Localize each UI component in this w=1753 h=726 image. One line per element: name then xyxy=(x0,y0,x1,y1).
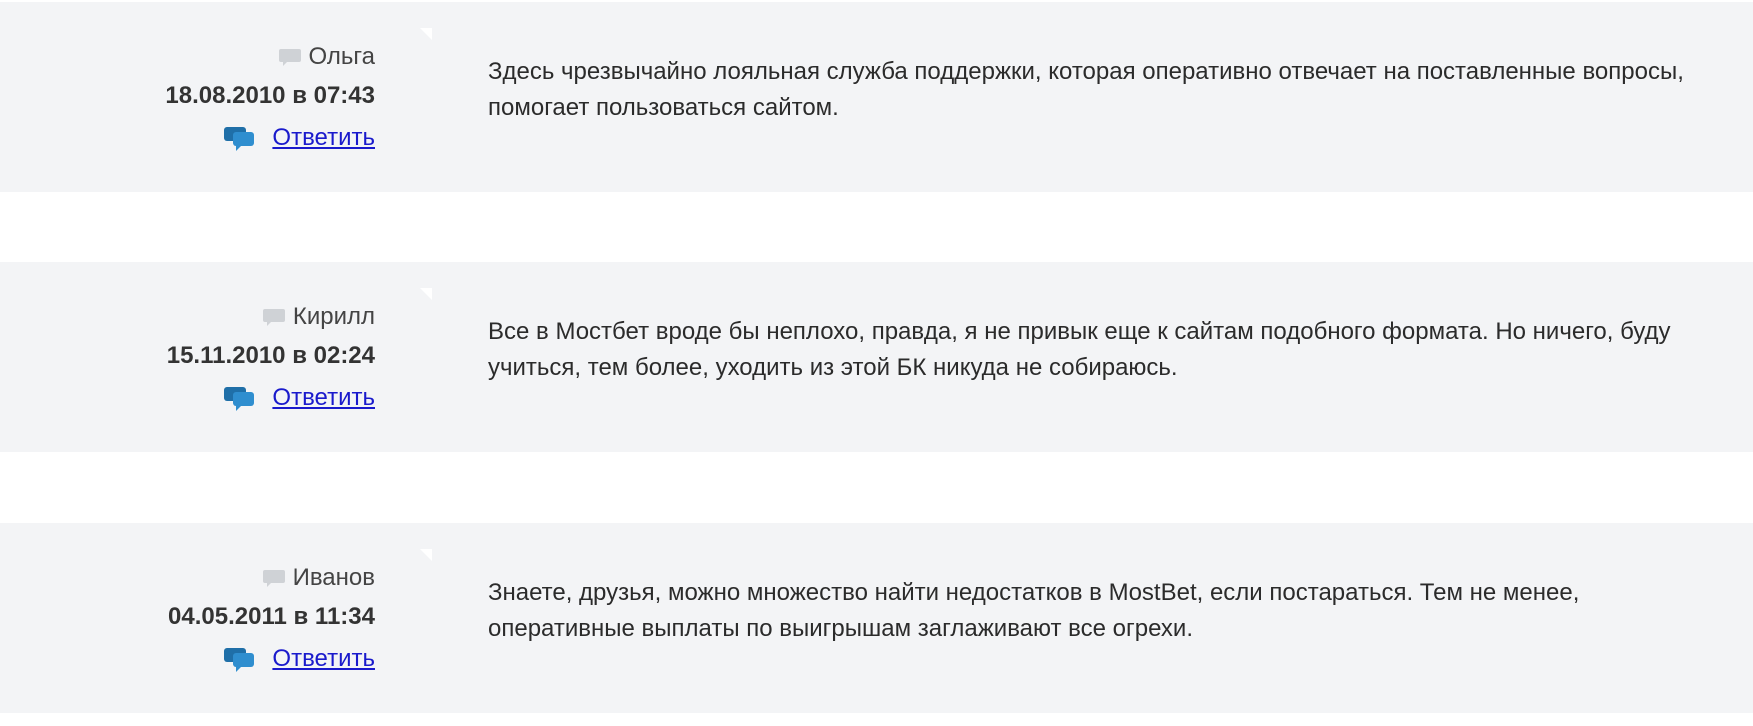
comment-meta: Кирилл 15.11.2010 в 02:24 Ответить xyxy=(0,262,375,452)
author-line: Ольга xyxy=(278,42,375,72)
reply-chat-icon[interactable] xyxy=(224,125,255,151)
comment-bubble-icon xyxy=(262,309,285,326)
comment-meta: Ольга 18.08.2010 в 07:43 Ответить xyxy=(0,2,375,192)
card-corner-notch xyxy=(420,549,432,561)
reply-link[interactable]: Ответить xyxy=(272,124,375,152)
card-corner-notch xyxy=(420,288,432,300)
comment-meta: Иванов 04.05.2011 в 11:34 Ответить xyxy=(0,523,375,713)
reply-link[interactable]: Ответить xyxy=(272,645,375,673)
reply-line: Ответить xyxy=(224,124,375,152)
comment-item: Иванов 04.05.2011 в 11:34 Ответить Знает… xyxy=(0,523,1753,713)
card-corner-notch xyxy=(420,28,432,40)
author-line: Иванов xyxy=(262,563,375,593)
reply-line: Ответить xyxy=(224,645,375,673)
comment-bubble-icon xyxy=(262,570,285,587)
comment-text: Здесь чрезвычайно лояльная служба поддер… xyxy=(488,58,1684,121)
author-line: Кирилл xyxy=(262,302,375,332)
comment-author: Кирилл xyxy=(292,303,375,330)
comment-bubble-icon xyxy=(278,49,301,66)
reply-link[interactable]: Ответить xyxy=(272,384,375,412)
reply-chat-icon[interactable] xyxy=(224,646,255,672)
comment-date: 04.05.2011 в 11:34 xyxy=(168,603,375,630)
comment-item: Кирилл 15.11.2010 в 02:24 Ответить Все в… xyxy=(0,262,1753,452)
comment-author: Иванов xyxy=(292,564,375,591)
comment-author: Ольга xyxy=(308,43,375,70)
reply-line: Ответить xyxy=(224,384,375,412)
comment-date: 15.11.2010 в 02:24 xyxy=(166,342,375,369)
comment-date: 18.08.2010 в 07:43 xyxy=(165,82,375,109)
comment-item: Ольга 18.08.2010 в 07:43 Ответить Здесь … xyxy=(0,2,1753,192)
comment-text: Знаете, друзья, можно множество найти не… xyxy=(488,579,1580,642)
reply-chat-icon[interactable] xyxy=(224,385,255,411)
comment-text: Все в Мостбет вроде бы неплохо, правда, … xyxy=(488,318,1671,381)
